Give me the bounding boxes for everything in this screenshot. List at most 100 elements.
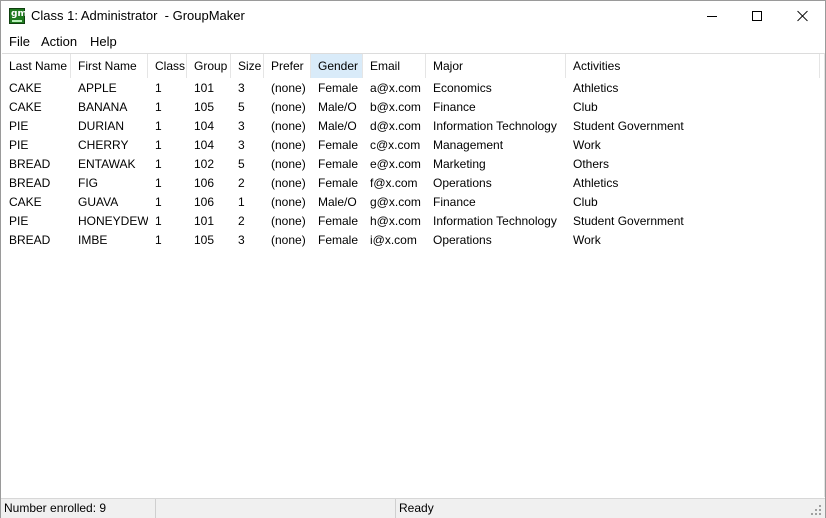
cell-prefer: (none) bbox=[271, 157, 306, 171]
maximize-icon bbox=[752, 11, 762, 21]
cell-activities: Athletics bbox=[573, 81, 619, 95]
cell-gender: Male/O bbox=[318, 100, 357, 114]
table-row[interactable]: BREAD IMBE 1 105 3 (none) Female i@x.com Operati… bbox=[2, 231, 824, 250]
title-bar[interactable]: gm Class 1: Administrator - GroupMaker bbox=[1, 1, 825, 31]
table-row[interactable]: PIE CHERRY 1 104 3 (none) Female c@x.com Managem… bbox=[2, 136, 824, 155]
column-header-group[interactable]: Group bbox=[187, 54, 231, 78]
cell-email: d@x.com bbox=[370, 119, 421, 133]
cell-major: Operations bbox=[433, 176, 492, 190]
cell-first-name: FIG bbox=[78, 176, 98, 190]
cell-class: 1 bbox=[155, 100, 162, 114]
resize-grip-icon[interactable] bbox=[811, 505, 823, 517]
cell-class: 1 bbox=[155, 81, 162, 95]
cell-class: 1 bbox=[155, 157, 162, 171]
maximize-button[interactable] bbox=[734, 1, 780, 31]
cell-gender: Female bbox=[318, 157, 359, 171]
window-title: Class 1: Administrator - GroupMaker bbox=[31, 8, 245, 23]
groupmaker-app-icon[interactable]: gm bbox=[9, 8, 27, 24]
cell-activities: Student Government bbox=[573, 214, 684, 228]
cell-last-name: PIE bbox=[9, 138, 29, 152]
cell-gender: Male/O bbox=[318, 119, 357, 133]
status-enrolled-count: Number enrolled: 9 bbox=[1, 499, 156, 518]
cell-major: Finance bbox=[433, 195, 476, 209]
column-header-class[interactable]: Class bbox=[148, 54, 187, 78]
column-header-email[interactable]: Email bbox=[363, 54, 426, 78]
cell-group: 101 bbox=[194, 214, 215, 228]
table-row[interactable]: PIE HONEYDEW 1 101 2 (none) Female h@x.com Infor… bbox=[2, 212, 824, 231]
cell-gender: Female bbox=[318, 176, 359, 190]
cell-class: 1 bbox=[155, 119, 162, 133]
cell-prefer: (none) bbox=[271, 81, 306, 95]
cell-last-name: PIE bbox=[9, 214, 29, 228]
cell-prefer: (none) bbox=[271, 233, 306, 247]
cell-last-name: CAKE bbox=[9, 100, 42, 114]
app-icon-bar bbox=[12, 20, 22, 22]
cell-first-name: IMBE bbox=[78, 233, 108, 247]
cell-first-name: DURIAN bbox=[78, 119, 125, 133]
cell-size: 3 bbox=[238, 233, 245, 247]
cell-major: Economics bbox=[433, 81, 492, 95]
table-row[interactable]: BREAD ENTAWAK 1 102 5 (none) Female e@x.com Mark… bbox=[2, 155, 824, 174]
close-button[interactable] bbox=[780, 1, 826, 31]
cell-size: 1 bbox=[238, 195, 245, 209]
cell-activities: Work bbox=[573, 233, 601, 247]
column-header-last-name[interactable]: Last Name bbox=[2, 54, 71, 78]
cell-prefer: (none) bbox=[271, 195, 306, 209]
menu-action[interactable]: Action bbox=[41, 34, 77, 49]
cell-activities: Athletics bbox=[573, 176, 619, 190]
cell-gender: Female bbox=[318, 214, 359, 228]
list-edge bbox=[824, 53, 825, 497]
table-row[interactable]: CAKE BANANA 1 105 5 (none) Male/O b@x.com Financ… bbox=[2, 98, 824, 117]
cell-first-name: ENTAWAK bbox=[78, 157, 136, 171]
cell-last-name: BREAD bbox=[9, 176, 51, 190]
status-ready: Ready bbox=[399, 501, 434, 515]
cell-email: e@x.com bbox=[370, 157, 421, 171]
status-middle-pane bbox=[156, 499, 396, 518]
cell-class: 1 bbox=[155, 138, 162, 152]
student-list-view[interactable]: Last Name First Name Class Group Size Pr… bbox=[2, 53, 824, 497]
cell-group: 102 bbox=[194, 157, 215, 171]
table-row[interactable]: CAKE GUAVA 1 106 1 (none) Male/O g@x.com Finance… bbox=[2, 193, 824, 212]
cell-prefer: (none) bbox=[271, 138, 306, 152]
column-header-size[interactable]: Size bbox=[231, 54, 264, 78]
cell-first-name: BANANA bbox=[78, 100, 128, 114]
cell-prefer: (none) bbox=[271, 100, 306, 114]
cell-prefer: (none) bbox=[271, 176, 306, 190]
cell-prefer: (none) bbox=[271, 214, 306, 228]
cell-major: Information Technology bbox=[433, 119, 557, 133]
menu-file[interactable]: File bbox=[9, 34, 30, 49]
cell-size: 2 bbox=[238, 176, 245, 190]
cell-gender: Female bbox=[318, 233, 359, 247]
cell-gender: Female bbox=[318, 81, 359, 95]
table-row[interactable]: CAKE APPLE 1 101 3 (none) Female a@x.com Economi… bbox=[2, 79, 824, 98]
cell-gender: Female bbox=[318, 138, 359, 152]
cell-gender: Male/O bbox=[318, 195, 357, 209]
cell-email: f@x.com bbox=[370, 176, 418, 190]
menu-bar: File Action Help bbox=[1, 31, 825, 51]
cell-prefer: (none) bbox=[271, 119, 306, 133]
cell-activities: Student Government bbox=[573, 119, 684, 133]
cell-size: 3 bbox=[238, 119, 245, 133]
cell-size: 2 bbox=[238, 214, 245, 228]
column-header-gender[interactable]: Gender bbox=[311, 54, 363, 78]
table-row[interactable]: PIE DURIAN 1 104 3 (none) Male/O d@x.com Informa… bbox=[2, 117, 824, 136]
cell-first-name: APPLE bbox=[78, 81, 117, 95]
minimize-button[interactable] bbox=[689, 1, 735, 31]
column-header-major[interactable]: Major bbox=[426, 54, 566, 78]
cell-group: 104 bbox=[194, 138, 215, 152]
column-header-filler bbox=[820, 54, 826, 78]
cell-size: 3 bbox=[238, 81, 245, 95]
column-header-activities[interactable]: Activities bbox=[566, 54, 820, 78]
cell-group: 105 bbox=[194, 233, 215, 247]
close-icon bbox=[797, 10, 809, 22]
menu-help[interactable]: Help bbox=[90, 34, 117, 49]
cell-last-name: CAKE bbox=[9, 195, 42, 209]
column-header-prefer[interactable]: Prefer bbox=[264, 54, 311, 78]
cell-email: h@x.com bbox=[370, 214, 421, 228]
table-row[interactable]: BREAD FIG 1 106 2 (none) Female f@x.com Operatio… bbox=[2, 174, 824, 193]
cell-activities: Club bbox=[573, 195, 598, 209]
cell-group: 105 bbox=[194, 100, 215, 114]
cell-major: Information Technology bbox=[433, 214, 557, 228]
column-header-first-name[interactable]: First Name bbox=[71, 54, 148, 78]
cell-first-name: HONEYDEW bbox=[78, 214, 148, 228]
